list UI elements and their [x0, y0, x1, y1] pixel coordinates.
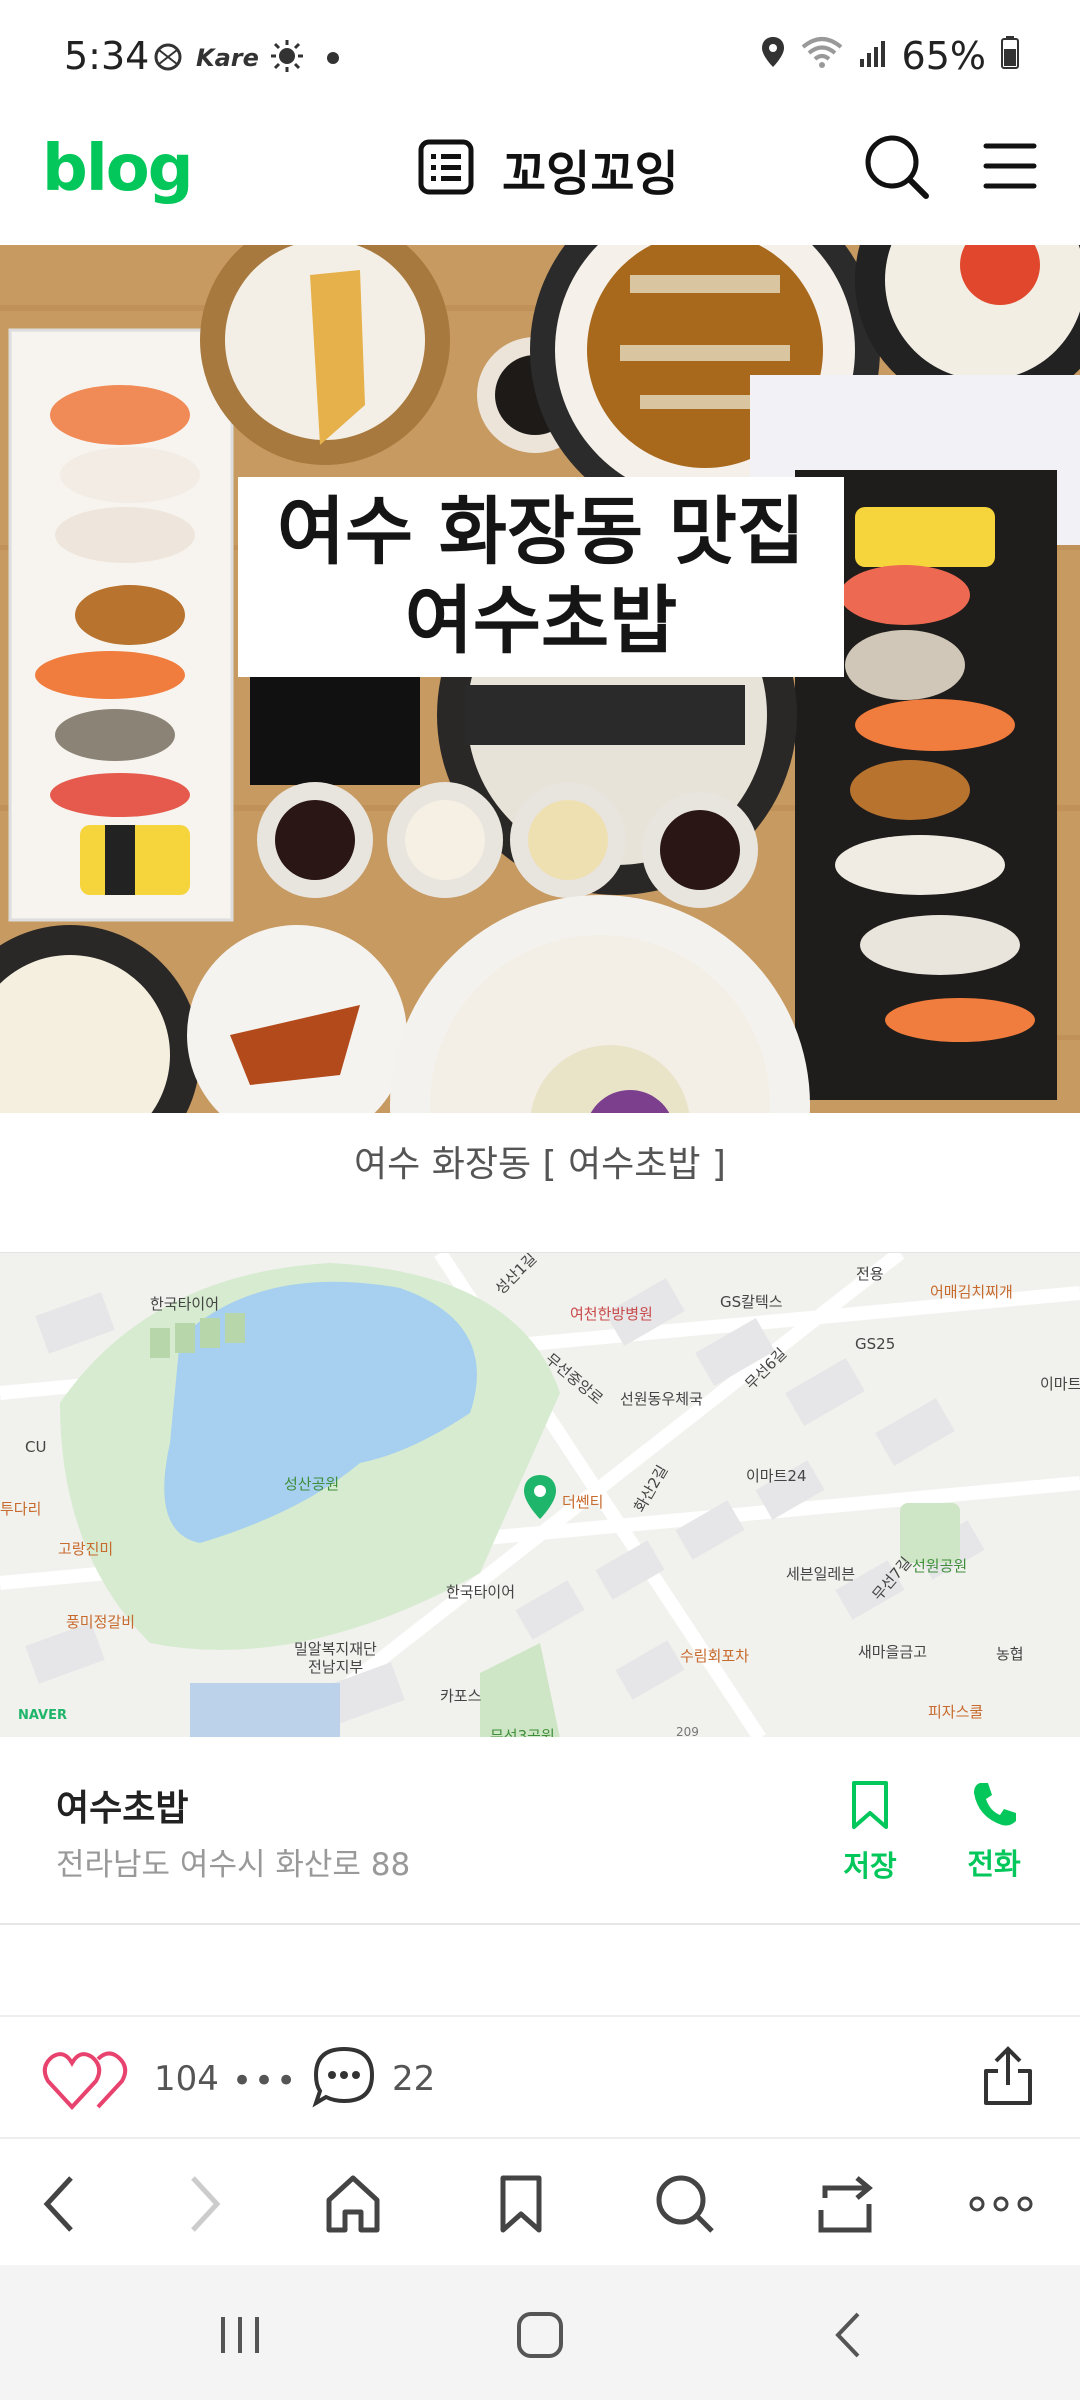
save-label: 저장: [843, 1849, 897, 1883]
back-icon[interactable]: [808, 2305, 888, 2365]
home-icon[interactable]: [318, 2169, 388, 2239]
recent-apps-icon[interactable]: [200, 2305, 280, 2365]
map-label: 선원동우체국: [620, 1390, 703, 1408]
place-map[interactable]: 한국타이어 여천한방병원 GS칼텍스 전용 어매김치찌개 GS25 이마트 성산…: [0, 1252, 1080, 1737]
map-label: 고랑진미: [58, 1540, 114, 1558]
map-label: 이마트24: [746, 1467, 807, 1485]
more-icon[interactable]: •••: [232, 2061, 298, 2101]
photo-title-overlay: 여수 화장동 맛집 여수초밥: [238, 477, 844, 677]
notification-dot-icon: [326, 52, 339, 64]
search-icon[interactable]: [862, 132, 932, 202]
map-label: 성산공원: [284, 1475, 340, 1493]
weather-sun-icon: [269, 38, 305, 78]
blog-header: blog 꼬잉꼬잉: [0, 110, 1080, 245]
map-label: 피자스쿨: [928, 1703, 984, 1721]
map-label: CU: [25, 1438, 47, 1456]
blog-title: 꼬잉꼬잉: [502, 146, 679, 202]
status-left-icons: Kare: [150, 38, 339, 78]
map-label: 세븐일레븐: [786, 1565, 856, 1583]
blog-title-link[interactable]: 꼬잉꼬잉: [418, 134, 679, 204]
status-time: 5:34: [64, 34, 150, 78]
map-label: 여천한방병원: [570, 1305, 653, 1323]
naver-logo: NAVER: [18, 1708, 68, 1723]
call-label: 전화: [967, 1847, 1021, 1881]
map-label: GS칼텍스: [720, 1293, 783, 1311]
like-count[interactable]: 104: [154, 2059, 219, 2099]
battery-percent: 65%: [901, 34, 986, 78]
like-heart-icon[interactable]: [42, 2049, 134, 2115]
hamburger-menu-icon[interactable]: [980, 136, 1040, 196]
map-label: 한국타이어: [150, 1295, 220, 1313]
map-label: 더쎈티: [562, 1493, 604, 1511]
kare-logo-icon: Kare: [196, 44, 259, 72]
map-label: 새마을금고: [858, 1643, 928, 1661]
comment-count[interactable]: 22: [392, 2059, 435, 2099]
wifi-icon: [800, 34, 844, 78]
place-marker-icon[interactable]: [522, 1473, 558, 1525]
map-label: 전용: [856, 1265, 884, 1283]
system-navigation-bar: [0, 2265, 1080, 2400]
map-label: 이마트: [1040, 1375, 1080, 1393]
back-icon[interactable]: [24, 2169, 94, 2239]
place-card[interactable]: 여수초밥 전라남도 여수시 화산로 88 저장 전화: [0, 1737, 1080, 1925]
map-label: 농협: [996, 1645, 1024, 1663]
search-icon[interactable]: [650, 2169, 720, 2239]
map-label: 어매김치찌개: [930, 1283, 1013, 1301]
call-button[interactable]: 전화: [944, 1779, 1044, 1883]
photo-title-line2: 여수초밥: [404, 578, 678, 664]
photo-title-line1: 여수 화장동 맛집: [276, 489, 806, 576]
map-label: 무선3공원: [490, 1727, 555, 1737]
bookmark-icon[interactable]: [486, 2169, 556, 2239]
stopwatch-icon: [150, 40, 186, 76]
map-label: 수림회포차: [680, 1647, 750, 1665]
post-photo[interactable]: 여수 화장동 맛집 여수초밥: [0, 245, 1080, 1113]
place-address: 전라남도 여수시 화산로 88: [56, 1847, 411, 1883]
forward-icon[interactable]: [170, 2169, 240, 2239]
signal-icon: [858, 34, 888, 78]
more-icon[interactable]: [966, 2169, 1036, 2239]
comment-icon[interactable]: [312, 2045, 376, 2113]
browser-toolbar: [0, 2139, 1080, 2265]
map-label: 전남지부: [308, 1658, 364, 1676]
map-label: 한국타이어: [446, 1583, 516, 1601]
list-icon: [418, 139, 474, 199]
place-name[interactable]: 여수초밥: [56, 1779, 188, 1831]
map-label: 선원공원: [912, 1557, 968, 1575]
status-right: 65%: [760, 34, 1020, 78]
map-label: 풍미정갈비: [66, 1613, 136, 1631]
map-label: 209: [676, 1725, 699, 1737]
home-icon[interactable]: [500, 2305, 580, 2365]
photo-caption: 여수 화장동 [ 여수초밥 ]: [354, 1144, 726, 1185]
status-bar: 5:34 Kare 65%: [0, 0, 1080, 110]
share-icon[interactable]: [980, 2045, 1036, 2113]
bookmark-icon: [848, 1781, 892, 1835]
map-label: GS25: [855, 1335, 896, 1353]
map-label: 투다리: [0, 1500, 42, 1518]
map-label: 카포스: [440, 1687, 482, 1705]
tabs-switch-icon[interactable]: [812, 2169, 882, 2239]
blog-logo[interactable]: blog: [42, 132, 194, 206]
location-icon: [760, 34, 786, 78]
battery-icon: [1000, 34, 1020, 78]
food-photo-illustration: [0, 245, 1080, 1113]
save-button[interactable]: 저장: [820, 1779, 920, 1885]
phone-icon: [970, 1783, 1018, 1833]
engagement-bar: 104 ••• 22: [0, 2017, 1080, 2139]
